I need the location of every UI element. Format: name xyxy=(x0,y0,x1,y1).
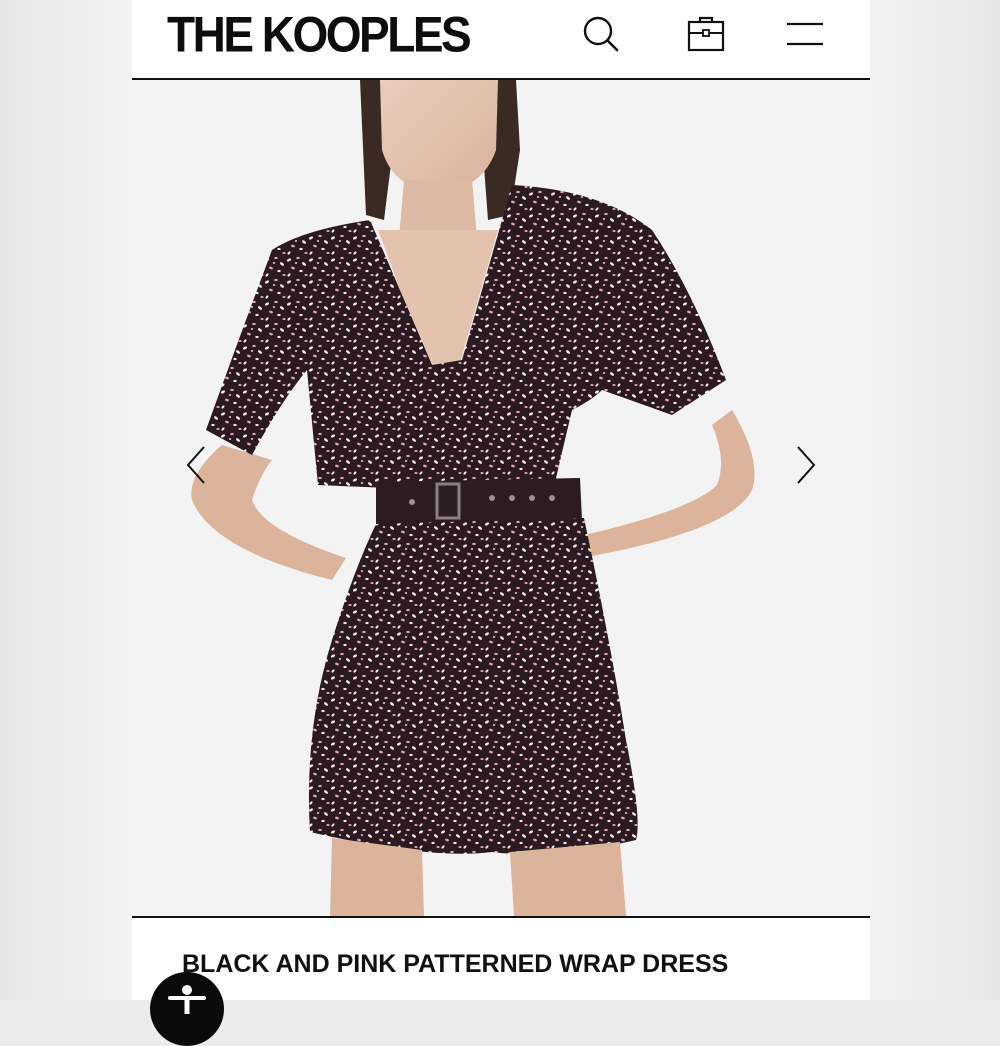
previous-image-button[interactable] xyxy=(178,442,214,492)
product-info: BLACK AND PINK PATTERNED WRAP DRESS xyxy=(132,918,870,1000)
product-image-gallery[interactable] xyxy=(132,80,870,916)
product-title: BLACK AND PINK PATTERNED WRAP DRESS xyxy=(182,950,729,978)
brand-logo[interactable]: THE KOOPLES xyxy=(167,4,472,64)
chevron-right-icon xyxy=(794,444,818,491)
shopping-bag-icon xyxy=(685,13,727,55)
site-header: THE KOOPLES xyxy=(132,0,870,80)
next-image-button[interactable] xyxy=(788,442,824,492)
hamburger-menu-icon xyxy=(785,19,825,49)
product-photo xyxy=(132,80,870,916)
search-icon xyxy=(581,14,621,54)
shopping-bag-button[interactable] xyxy=(684,12,728,56)
search-button[interactable] xyxy=(579,12,623,56)
chevron-left-icon xyxy=(184,444,208,491)
menu-button[interactable] xyxy=(783,12,827,56)
accessibility-button[interactable] xyxy=(150,972,224,1046)
mobile-product-page: THE KOOPLES BLACK AND PINK PATTERNED WRA… xyxy=(132,0,870,1000)
